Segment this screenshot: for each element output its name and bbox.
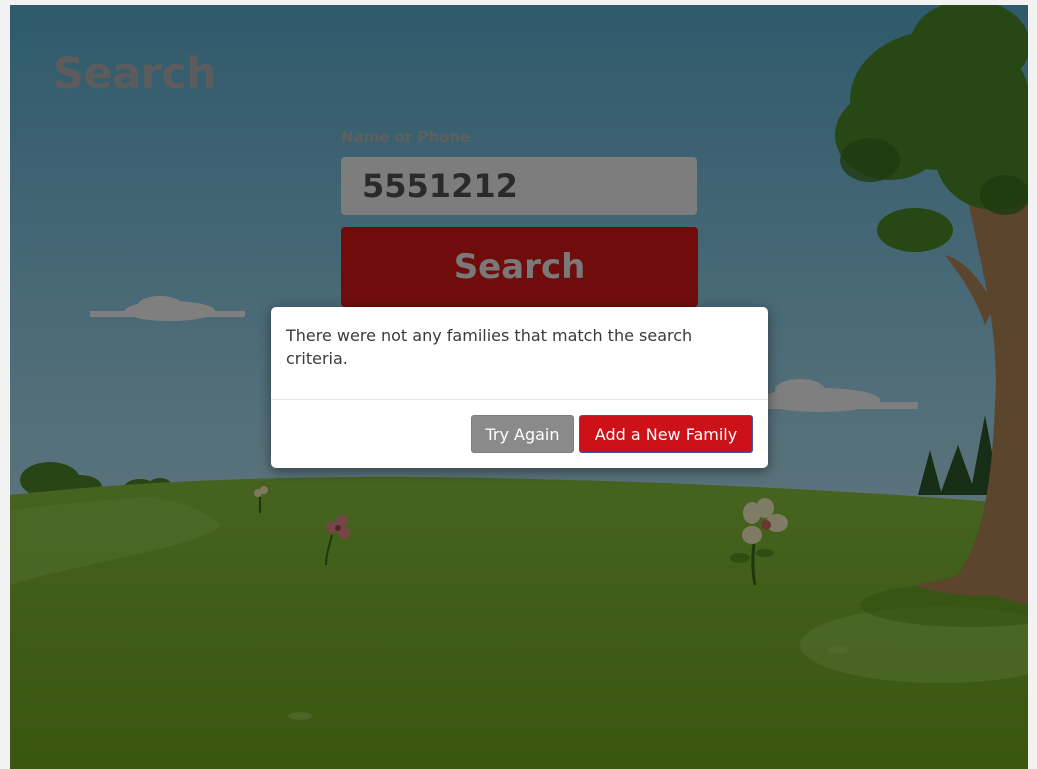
no-results-dialog: There were not any families that match t… <box>271 307 768 468</box>
dialog-divider <box>271 399 768 400</box>
try-again-button[interactable]: Try Again <box>471 415 574 453</box>
app-frame: Search Name or Phone Search There were n… <box>10 5 1028 769</box>
dialog-message: There were not any families that match t… <box>286 326 693 368</box>
add-new-family-button[interactable]: Add a New Family <box>579 415 753 453</box>
